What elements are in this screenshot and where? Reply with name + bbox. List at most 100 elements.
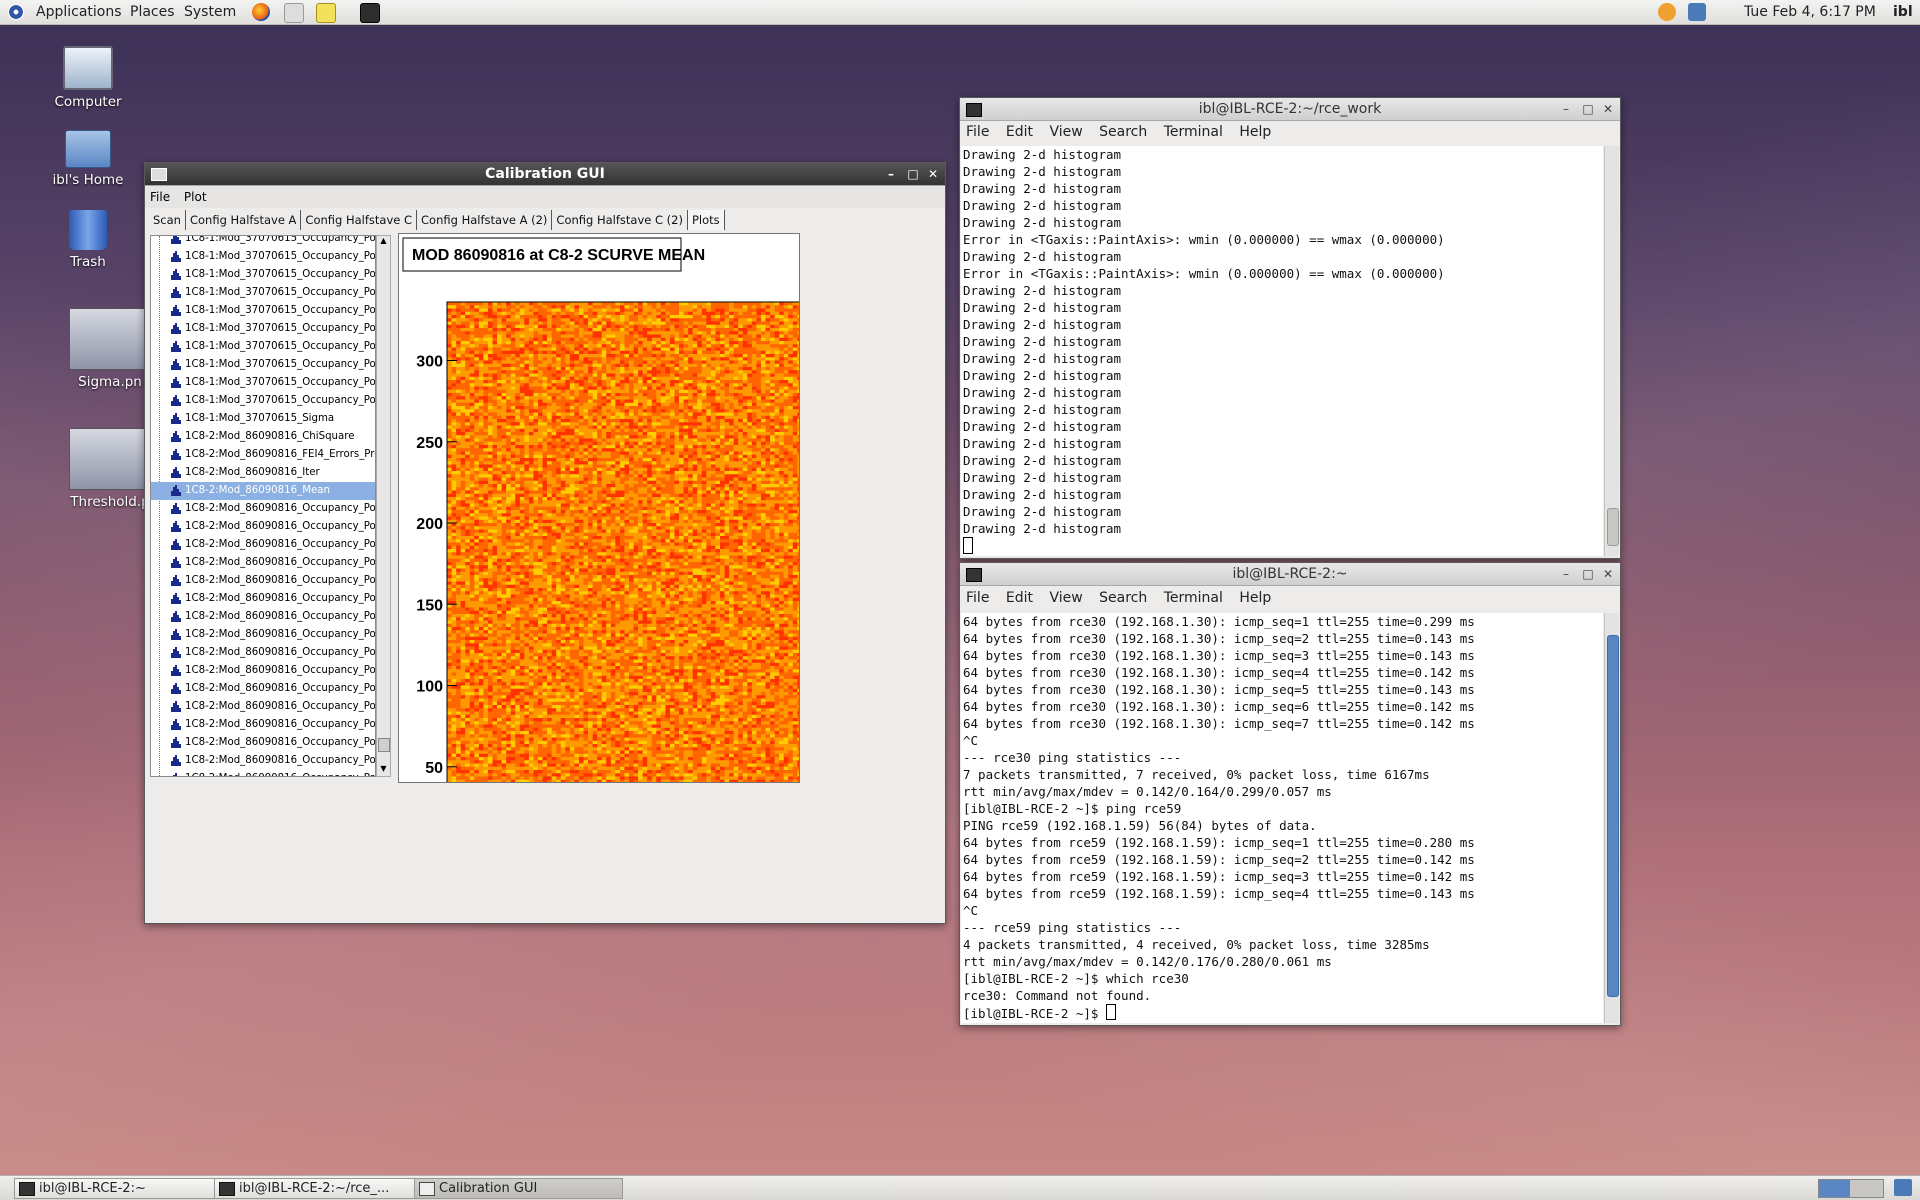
gnome-foot-icon[interactable] — [8, 4, 24, 20]
heatmap-cell — [478, 454, 484, 459]
tree-item[interactable]: 1C8-2:Mod_86090816_Occupancy_Point_008 — [151, 644, 375, 662]
calibration-titlebar[interactable]: Calibration GUI – □ ✕ — [145, 163, 945, 186]
firefox-icon[interactable] — [252, 3, 270, 21]
heatmap-cell — [565, 399, 571, 404]
tree-item[interactable]: 1C8-2:Mod_86090816_Occupancy_Point_005 — [151, 590, 375, 608]
heatmap-cell — [501, 367, 507, 371]
tree-item[interactable]: 1C8-2:Mod_86090816_Mean — [151, 482, 375, 500]
heatmap-cell — [556, 458, 562, 462]
tree-item[interactable]: 1C8-2:Mod_86090816_Occupancy_Point_004 — [151, 572, 375, 590]
tree-item[interactable]: 1C8-2:Mod_86090816_Occupancy_Point_010 — [151, 680, 375, 698]
tree-item[interactable]: 1C8-2:Mod_86090816_Occupancy_Point_012 — [151, 716, 375, 734]
menu-places[interactable]: Places — [130, 0, 175, 24]
heatmap-cell — [597, 376, 602, 381]
tree-item[interactable]: 1C8-2:Mod_86090816_Iter — [151, 464, 375, 482]
menu-file[interactable]: File — [145, 186, 175, 208]
plot-canvas[interactable]: MOD 86090816 at C8-2 SCURVE MEAN 0100020… — [398, 233, 800, 783]
minimize-icon[interactable]: – — [881, 163, 901, 185]
heatmap-cell — [697, 331, 703, 335]
heatmap-cell — [651, 360, 657, 365]
tree-item[interactable]: 1C8-2:Mod_86090816_Occupancy_Point_007 — [151, 626, 375, 644]
tree-item[interactable]: 1C8-2:Mod_86090816_Occupancy_Point_001 — [151, 518, 375, 536]
tree-item-label: 1C8-1:Mod_37070615_Occupancy_Point_145 — [185, 305, 376, 316]
heatmap-cell — [633, 458, 639, 462]
heatmap-cell — [669, 344, 675, 348]
tree-item[interactable]: 1C8-1:Mod_37070615_Occupancy_Point_145 — [151, 302, 375, 320]
heatmap-cell — [742, 409, 748, 413]
tree-item[interactable]: 1C8-2:Mod_86090816_FEI4_Errors_Proc — [151, 446, 375, 464]
tree-item[interactable]: 1C8-2:Mod_86090816_Occupancy_Point_015 — [151, 770, 375, 776]
heatmap-cell — [524, 357, 530, 361]
heatmap-cell — [533, 380, 539, 384]
tree-item[interactable]: 1C8-2:Mod_86090816_ChiSquare — [151, 428, 375, 446]
tree-item[interactable]: 1C8-1:Mod_37070615_Occupancy_Point_143 — [151, 266, 375, 284]
tree-item[interactable]: 1C8-2:Mod_86090816_Occupancy_Point_009 — [151, 662, 375, 680]
terminal-launcher-icon[interactable] — [360, 3, 380, 23]
tree-item[interactable]: 1C8-2:Mod_86090816_Occupancy_Point_003 — [151, 554, 375, 572]
tab-scan[interactable]: Scan — [149, 210, 186, 230]
tree-item[interactable]: 1C8-1:Mod_37070615_Occupancy_Point_146 — [151, 320, 375, 338]
tree-item[interactable]: 1C8-1:Mod_37070615_Occupancy_Point_141 — [151, 236, 375, 248]
tree-item[interactable]: 1C8-2:Mod_86090816_Occupancy_Point_014 — [151, 752, 375, 770]
heatmap-cell — [515, 396, 521, 400]
histogram-plot[interactable]: MOD 86090816 at C8-2 SCURVE MEAN 0100020… — [399, 234, 799, 782]
heatmap-cell — [506, 334, 511, 339]
heatmap-cell — [629, 464, 634, 469]
tab-config-halfstave-a-2[interactable]: Config Halfstave A (2) — [417, 210, 553, 230]
desktop-icon-home[interactable]: ibl's Home — [33, 130, 143, 188]
tree-item[interactable]: 1C8-2:Mod_86090816_Occupancy_Point_006 — [151, 608, 375, 626]
scroll-up-arrow-icon[interactable]: ▲ — [377, 236, 390, 248]
desktop-icon-computer[interactable]: Computer — [33, 46, 143, 110]
user-name[interactable]: ibl — [1893, 0, 1913, 24]
tree-item[interactable]: 1C8-2:Mod_86090816_Occupancy_Point_002 — [151, 536, 375, 554]
menu-system[interactable]: System — [184, 0, 236, 24]
heatmap-cell — [647, 354, 653, 358]
heatmap-cell — [742, 354, 748, 358]
tab-plots[interactable]: Plots — [687, 210, 725, 230]
window-menu-icon[interactable] — [151, 168, 167, 181]
tree-item[interactable]: 1C8-2:Mod_86090816_Occupancy_Point_013 — [151, 734, 375, 752]
heatmap-cell — [619, 318, 625, 322]
scroll-thumb[interactable] — [378, 738, 390, 752]
tree-item[interactable]: 1C8-1:Mod_37070615_Occupancy_Point_142 — [151, 248, 375, 266]
heatmap-cell — [574, 324, 580, 329]
clock[interactable]: Tue Feb 4, 6:17 PM — [1744, 0, 1876, 24]
heatmap-cell — [551, 305, 557, 309]
menu-applications[interactable]: Applications — [36, 0, 122, 24]
heatmap-cell — [515, 389, 521, 394]
mail-icon[interactable] — [284, 3, 304, 23]
tree-item[interactable]: 1C8-1:Mod_37070615_Occupancy_Point_144 — [151, 284, 375, 302]
network-icon[interactable] — [1688, 3, 1706, 21]
heatmap-cell — [538, 422, 543, 426]
update-icon[interactable] — [1658, 3, 1676, 21]
menu-plot[interactable]: Plot — [179, 186, 212, 208]
scroll-down-arrow-icon[interactable]: ▼ — [377, 764, 390, 776]
heatmap-cell — [497, 302, 502, 306]
heatmap-cell — [578, 419, 584, 423]
tab-config-halfstave-c[interactable]: Config Halfstave C — [301, 210, 418, 230]
tree-item[interactable]: 1C8-1:Mod_37070615_Occupancy_Point_150 — [151, 392, 375, 410]
tab-config-halfstave-c-2[interactable]: Config Halfstave C (2) — [552, 210, 688, 230]
maximize-icon[interactable]: □ — [903, 163, 923, 185]
histogram-icon — [171, 719, 181, 730]
tree-scrollbar[interactable]: ▲ ▼ — [376, 235, 391, 777]
tree-item[interactable]: 1C8-2:Mod_86090816_Occupancy_Point_000 — [151, 500, 375, 518]
tree-item[interactable]: 1C8-1:Mod_37070615_Occupancy_Point_148 — [151, 356, 375, 374]
heatmap-cell — [487, 415, 493, 420]
histogram-tree[interactable]: 1C8-1:Mod_37070615_Occupancy_Point_1411C… — [150, 235, 376, 777]
heatmap-cell — [701, 367, 707, 371]
tab-config-halfstave-a[interactable]: Config Halfstave A — [186, 210, 302, 230]
heatmap-cell — [692, 324, 698, 329]
tree-item[interactable]: 1C8-2:Mod_86090816_Occupancy_Point_011 — [151, 698, 375, 716]
close-icon[interactable]: ✕ — [923, 163, 943, 185]
heatmap-cell — [451, 451, 457, 456]
heatmap-cell — [710, 415, 716, 420]
heatmap-cell — [574, 383, 580, 387]
tree-item[interactable]: 1C8-1:Mod_37070615_Occupancy_Point_149 — [151, 374, 375, 392]
notes-icon[interactable] — [316, 3, 336, 23]
heatmap-cell — [465, 380, 471, 384]
desktop-icon-trash[interactable]: Trash — [33, 210, 143, 270]
tree-item[interactable]: 1C8-1:Mod_37070615_Sigma — [151, 410, 375, 428]
heatmap-cell — [669, 389, 675, 394]
tree-item[interactable]: 1C8-1:Mod_37070615_Occupancy_Point_147 — [151, 338, 375, 356]
